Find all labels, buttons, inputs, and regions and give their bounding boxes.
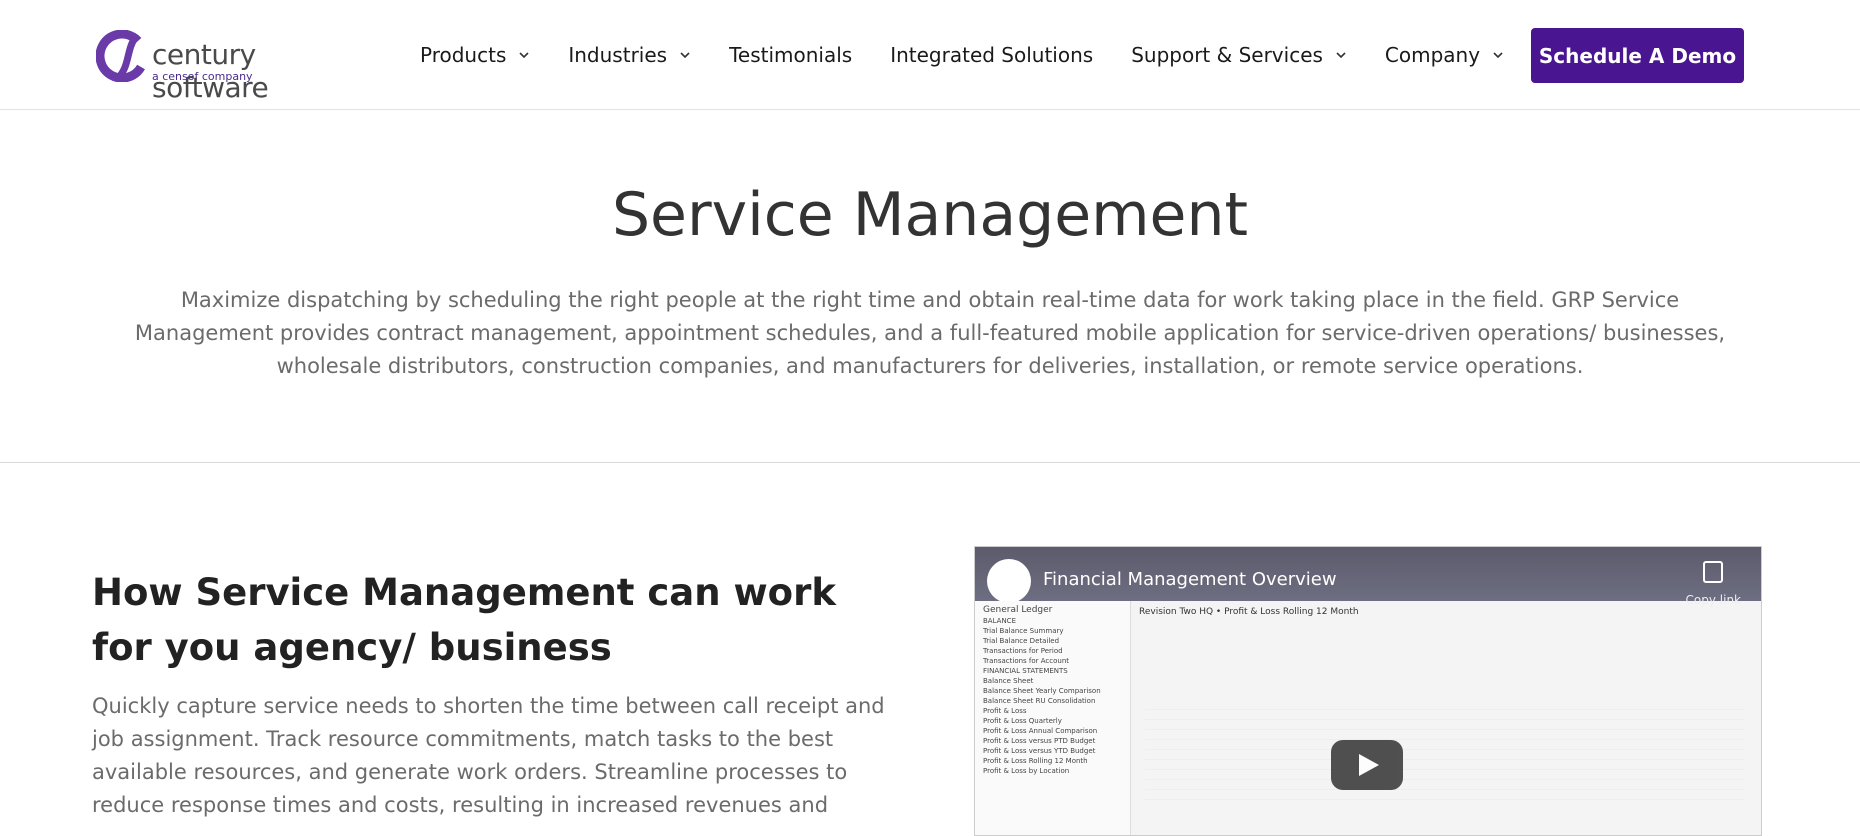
page-title: Service Management [611, 180, 1249, 250]
list-item: Profit & Loss Annual Comparison [983, 727, 1098, 735]
list-item: Trial Balance Detailed [983, 637, 1060, 645]
list-item: Balance Sheet Yearly Comparison [983, 687, 1101, 695]
list-item: Trial Balance Summary [983, 627, 1064, 635]
nav-integrated-solutions[interactable]: Integrated Solutions [890, 43, 1093, 67]
video-report-area: Revision Two HQ • Profit & Loss Rolling … [1135, 605, 1755, 835]
video-sidebar: General Ledger BALANCE Trial Balance Sum… [975, 601, 1131, 835]
section-title: How Service Management can work for you … [92, 571, 836, 669]
list-item: Profit & Loss versus YTD Budget [983, 747, 1096, 755]
list-item: Profit & Loss by Location [983, 767, 1070, 775]
video-title[interactable]: Financial Management Overview [1043, 569, 1337, 590]
nav-support-services[interactable]: Support & Services [1131, 43, 1347, 67]
video-embed[interactable]: Financial Management Overview Copy link … [974, 546, 1762, 836]
nav-label: Industries [568, 43, 668, 67]
logo-subtext: a censof company [152, 70, 253, 83]
chevron-down-icon [1336, 52, 1346, 59]
list-item: Profit & Loss versus PTD Budget [983, 737, 1096, 745]
nav-company[interactable]: Company [1385, 43, 1504, 67]
site-header: century software a censof company Produc… [0, 0, 1860, 110]
section-body: Quickly capture service needs to shorten… [92, 694, 885, 817]
play-button[interactable] [1331, 740, 1403, 790]
nav-testimonials[interactable]: Testimonials [729, 43, 852, 67]
list-item: Profit & Loss [983, 707, 1027, 715]
play-icon [1359, 754, 1379, 776]
nav-label: Products [420, 43, 507, 67]
nav-products[interactable]: Products [420, 43, 530, 67]
schedule-demo-button[interactable]: Schedule A Demo [1531, 28, 1744, 83]
video-sidebar-header: General Ledger [983, 605, 1053, 615]
section-divider [0, 462, 1860, 463]
list-item: BALANCE [983, 617, 1016, 625]
main-nav: Products Industries Testimonials Integra… [420, 0, 1542, 110]
channel-logo-icon[interactable] [987, 559, 1031, 603]
list-item: Balance Sheet [983, 677, 1034, 685]
nav-label: Integrated Solutions [890, 43, 1094, 67]
list-item: Profit & Loss Quarterly [983, 717, 1062, 725]
list-item: Balance Sheet RU Consolidation [983, 697, 1096, 705]
video-title-bar: Financial Management Overview Copy link [975, 547, 1761, 607]
company-logo[interactable]: century software a censof company [96, 30, 366, 104]
list-item: FINANCIAL STATEMENTS [983, 667, 1068, 675]
video-report-grid [1145, 700, 1745, 800]
chevron-down-icon [680, 52, 690, 59]
list-item: Transactions for Account [983, 657, 1070, 665]
hero-description: Maximize dispatching by scheduling the r… [134, 288, 1726, 378]
logo-mark-icon [96, 30, 148, 82]
nav-label: Company [1384, 43, 1481, 67]
nav-label: Support & Services [1131, 43, 1323, 67]
nav-industries[interactable]: Industries [568, 43, 691, 67]
video-report-title: Revision Two HQ • Profit & Loss Rolling … [1139, 607, 1359, 617]
list-item: Transactions for Period [983, 647, 1063, 655]
nav-label: Testimonials [729, 43, 853, 67]
chevron-down-icon [519, 52, 529, 59]
copy-link-icon[interactable] [1703, 561, 1723, 583]
list-item: Profit & Loss Rolling 12 Month [983, 757, 1088, 765]
chevron-down-icon [1493, 52, 1503, 59]
